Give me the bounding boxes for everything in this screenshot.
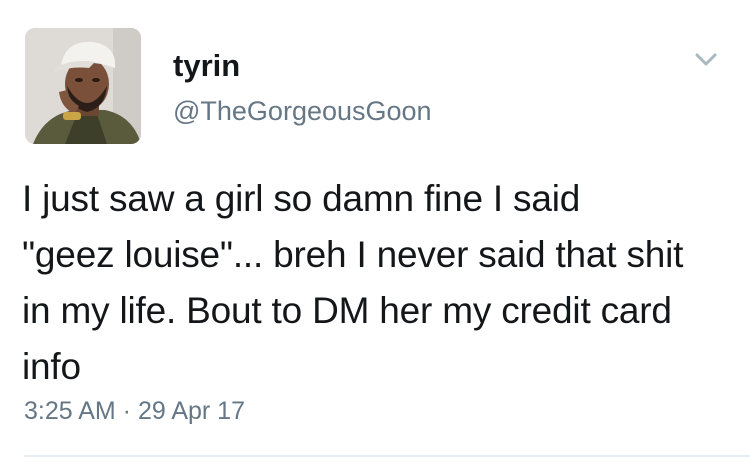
user-handle[interactable]: @TheGorgeousGoon (173, 96, 432, 127)
chevron-down-icon[interactable] (694, 52, 718, 68)
tweet-timestamp[interactable]: 3:25 AM · 29 Apr 17 (24, 397, 245, 426)
tweet-card: tyrin @TheGorgeousGoon I just saw a girl… (0, 0, 750, 462)
avatar-photo (25, 28, 141, 144)
display-name[interactable]: tyrin (173, 48, 240, 84)
divider (24, 455, 750, 457)
tweet-text: I just saw a girl so damn fine I said "g… (22, 178, 684, 387)
avatar[interactable] (25, 28, 141, 144)
